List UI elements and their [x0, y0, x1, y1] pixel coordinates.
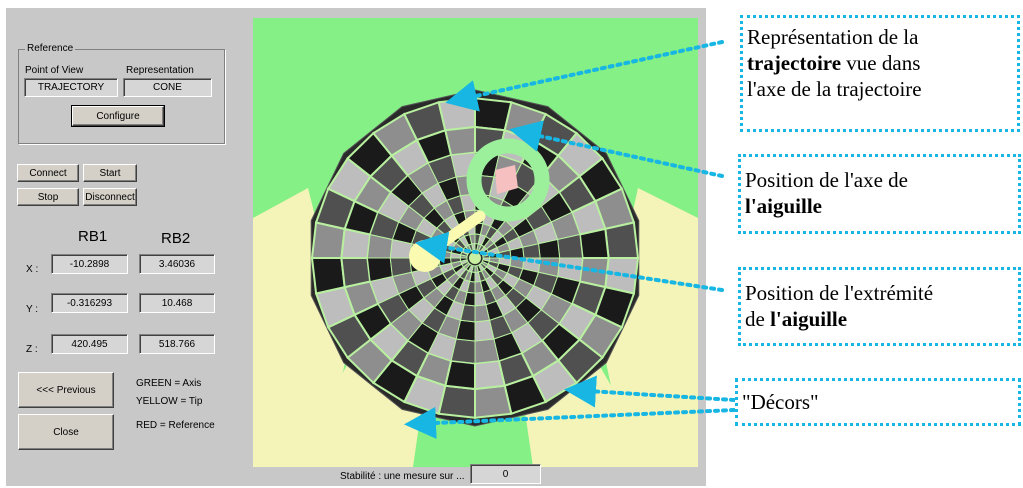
point-of-view-field[interactable]: TRAJECTORY	[24, 78, 118, 97]
annotation-needle-tip: Position de l'extrémité de l'aiguille	[738, 267, 1021, 346]
point-of-view-label: Point of View	[25, 65, 84, 76]
configure-button[interactable]: Configure	[71, 105, 165, 127]
trajectory-cone	[310, 89, 640, 427]
cone-segment	[474, 384, 513, 419]
start-button[interactable]: Start	[83, 164, 137, 182]
z-rb1-field: 420.495	[51, 334, 128, 354]
z-rb2-field: 518.766	[139, 334, 215, 354]
application-window: Reference Point of View Representation T…	[6, 8, 706, 486]
annotation-decor-line1: "Décors"	[742, 390, 819, 414]
annotation-needle-tip-line1: Position de l'extrémité	[745, 281, 934, 305]
disconnect-button[interactable]: Disconnect	[83, 188, 137, 206]
rb2-header: RB2	[161, 230, 191, 247]
representation-field[interactable]: CONE	[123, 78, 212, 97]
legend-red: RED = Reference	[136, 420, 215, 431]
x-rb2-field: 3.46036	[139, 254, 215, 274]
annotation-decor: "Décors"	[735, 378, 1021, 426]
annotation-trajectory-line1: Représentation de la	[747, 25, 919, 49]
annotation-trajectory-rest: vue dans	[841, 51, 921, 75]
screenshot: Reference Point of View Representation T…	[0, 0, 1023, 488]
annotation-needle-tip-bold: l'aiguille	[770, 307, 848, 331]
cone-segment	[340, 257, 372, 289]
3d-viewport[interactable]	[253, 18, 698, 467]
reference-group-label: Reference	[25, 43, 76, 54]
z-label: Z :	[26, 344, 38, 355]
needle-tip-marker	[409, 240, 441, 272]
cone-segment	[578, 227, 610, 259]
cone-vanishing-point	[469, 252, 481, 264]
annotation-trajectory-line3: l'axe de la trajectoire	[747, 77, 922, 101]
connect-button[interactable]: Connect	[17, 164, 79, 182]
annotation-needle-axis-bold: l'aiguille	[745, 194, 823, 218]
cone-segment	[437, 97, 476, 132]
stability-field: 0	[470, 464, 541, 484]
annotation-needle-axis: Position de l'axe de l'aiguille	[738, 154, 1021, 234]
stability-label: Stabilité : une mesure sur ...	[340, 471, 465, 482]
annotation-needle-tip-pre: de	[745, 307, 771, 331]
annotation-trajectory-bold: trajectoire	[747, 51, 842, 75]
y-rb1-field: -0.316293	[51, 293, 128, 313]
x-rb1-field: -10.2898	[51, 254, 128, 274]
x-label: X :	[26, 264, 39, 275]
stop-button[interactable]: Stop	[17, 188, 79, 206]
representation-label: Representation	[126, 65, 194, 76]
cone-segment	[604, 221, 640, 259]
y-label: Y :	[26, 304, 39, 315]
annotation-trajectory-line2: trajectoire vue dans	[747, 50, 1013, 76]
legend-green: GREEN = Axis	[136, 378, 202, 389]
cone-segment	[444, 125, 476, 157]
rb1-header: RB1	[78, 228, 108, 245]
previous-button[interactable]: <<< Previous	[18, 372, 114, 408]
close-button[interactable]: Close	[18, 414, 114, 450]
cone-segment	[474, 359, 506, 391]
trajectory-cone-view	[253, 18, 698, 467]
annotation-needle-axis-line1: Position de l'axe de	[745, 168, 909, 192]
legend-yellow: YELLOW = Tip	[136, 396, 203, 407]
annotation-trajectory: Représentation de la trajectoire vue dan…	[740, 15, 1020, 132]
y-rb2-field: 10.468	[139, 293, 215, 313]
cone-segment	[310, 257, 346, 295]
